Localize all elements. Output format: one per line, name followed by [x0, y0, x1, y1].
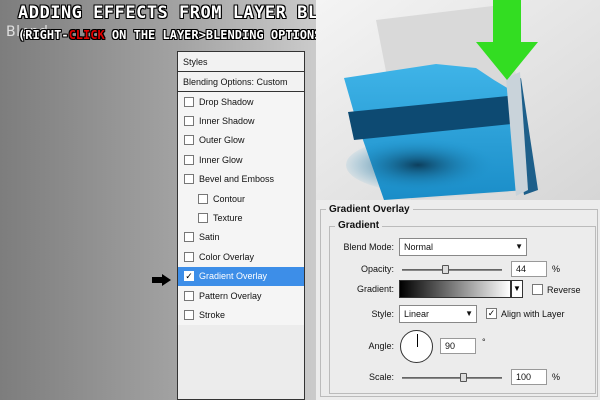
opacity-unit: % — [552, 264, 561, 274]
blend-mode-value: Normal — [404, 242, 434, 252]
gradient-overlay-panel: Gradient Overlay Gradient Blend Mode: No… — [316, 200, 600, 400]
scale-input[interactable]: 100 — [511, 369, 547, 385]
blend-mode-select[interactable]: Normal ▼ — [399, 238, 527, 256]
style-item-label: Bevel and Emboss — [199, 174, 275, 185]
style-item-label: Color Overlay — [199, 251, 255, 262]
angle-unit: ° — [482, 337, 486, 347]
style-item-drop-shadow[interactable]: Drop Shadow — [178, 92, 304, 111]
subtitle-pre: (RIGHT- — [18, 28, 69, 42]
blending-options-item[interactable]: Blending Options: Custom — [178, 72, 304, 92]
style-item-contour[interactable]: Contour — [178, 189, 304, 208]
dropdown-arrow-icon: ▼ — [465, 309, 473, 318]
style-item-stroke[interactable]: Stroke — [178, 305, 304, 324]
gradient-label: Gradient: — [356, 284, 394, 294]
opacity-input[interactable]: 44 — [511, 261, 547, 277]
style-label: Style: — [371, 309, 394, 319]
folder-shadow — [346, 137, 506, 193]
folder-artwork — [316, 0, 600, 200]
checkbox[interactable] — [184, 309, 194, 320]
style-item-outer-glow[interactable]: Outer Glow — [178, 131, 304, 150]
subtitle-post: ON THE LAYER>BLENDING OPTIONS) — [104, 28, 329, 42]
checkbox[interactable] — [184, 116, 194, 127]
group-title: Gradient — [335, 220, 383, 231]
reverse-label: Reverse — [547, 285, 581, 295]
style-select[interactable]: Linear ▼ — [399, 305, 477, 323]
angle-dial-hand — [417, 334, 418, 347]
angle-label: Angle: — [368, 341, 394, 351]
style-item-label: Gradient Overlay — [199, 271, 268, 282]
style-item-satin[interactable]: Satin — [178, 228, 304, 247]
checkbox[interactable] — [198, 193, 208, 204]
checkbox[interactable] — [184, 154, 194, 165]
gradient-preview[interactable] — [399, 280, 511, 298]
checkbox[interactable] — [184, 232, 194, 243]
style-item-bevel-emboss[interactable]: Bevel and Emboss — [178, 170, 304, 189]
opacity-label: Opacity: — [360, 264, 394, 274]
align-with-layer-checkbox[interactable]: ✓ — [486, 308, 497, 319]
layer-styles-panel: Styles Blending Options: Custom Drop Sha… — [177, 51, 305, 400]
scale-slider[interactable] — [402, 373, 502, 382]
checkbox[interactable] — [198, 213, 208, 224]
gradient-dropdown-button[interactable]: ▼ — [511, 280, 523, 298]
tutorial-subtitle: (RIGHT-CLICK ON THE LAYER>BLENDING OPTIO… — [18, 28, 329, 42]
pointer-arrow-icon — [152, 274, 171, 286]
blend-mode-label: Blend Mode: — [343, 242, 394, 252]
style-item-label: Satin — [199, 232, 220, 243]
checkbox[interactable] — [184, 174, 194, 185]
angle-dial[interactable] — [400, 330, 433, 363]
style-item-inner-glow[interactable]: Inner Glow — [178, 150, 304, 169]
style-item-gradient-overlay[interactable]: ✓ Gradient Overlay — [178, 266, 304, 286]
checkbox-checked[interactable]: ✓ — [184, 271, 194, 282]
style-item-label: Stroke — [199, 309, 226, 320]
style-item-color-overlay[interactable]: Color Overlay — [178, 247, 304, 266]
checkbox[interactable] — [184, 251, 194, 262]
style-item-pattern-overlay[interactable]: Pattern Overlay — [178, 286, 304, 305]
style-item-label: Outer Glow — [199, 135, 245, 146]
style-item-label: Drop Shadow — [199, 96, 254, 107]
scale-label: Scale: — [368, 372, 394, 382]
subtitle-click: CLICK — [68, 28, 105, 42]
style-item-label: Inner Glow — [199, 154, 243, 165]
styles-list: Drop Shadow Inner Shadow Outer Glow Inne… — [178, 92, 304, 325]
scale-slider-knob[interactable] — [460, 373, 467, 382]
opacity-slider[interactable] — [402, 265, 502, 274]
opacity-slider-knob[interactable] — [442, 265, 449, 274]
styles-header[interactable]: Styles — [178, 52, 304, 72]
dropdown-arrow-icon: ▼ — [515, 242, 523, 251]
style-item-label: Texture — [213, 213, 243, 224]
checkbox[interactable] — [184, 290, 194, 301]
angle-input[interactable]: 90 — [440, 338, 476, 354]
align-with-layer-label: Align with Layer — [501, 309, 565, 319]
panel-title: Gradient Overlay — [326, 204, 413, 215]
checkbox[interactable] — [184, 96, 194, 107]
style-value: Linear — [404, 309, 430, 319]
style-item-label: Contour — [213, 193, 246, 204]
style-item-texture[interactable]: Texture — [178, 208, 304, 227]
style-item-label: Pattern Overlay — [199, 290, 262, 301]
style-item-label: Inner Shadow — [199, 116, 255, 127]
checkbox[interactable] — [184, 135, 194, 146]
style-item-inner-shadow[interactable]: Inner Shadow — [178, 111, 304, 130]
reverse-checkbox[interactable] — [532, 284, 543, 295]
scale-unit: % — [552, 372, 561, 382]
